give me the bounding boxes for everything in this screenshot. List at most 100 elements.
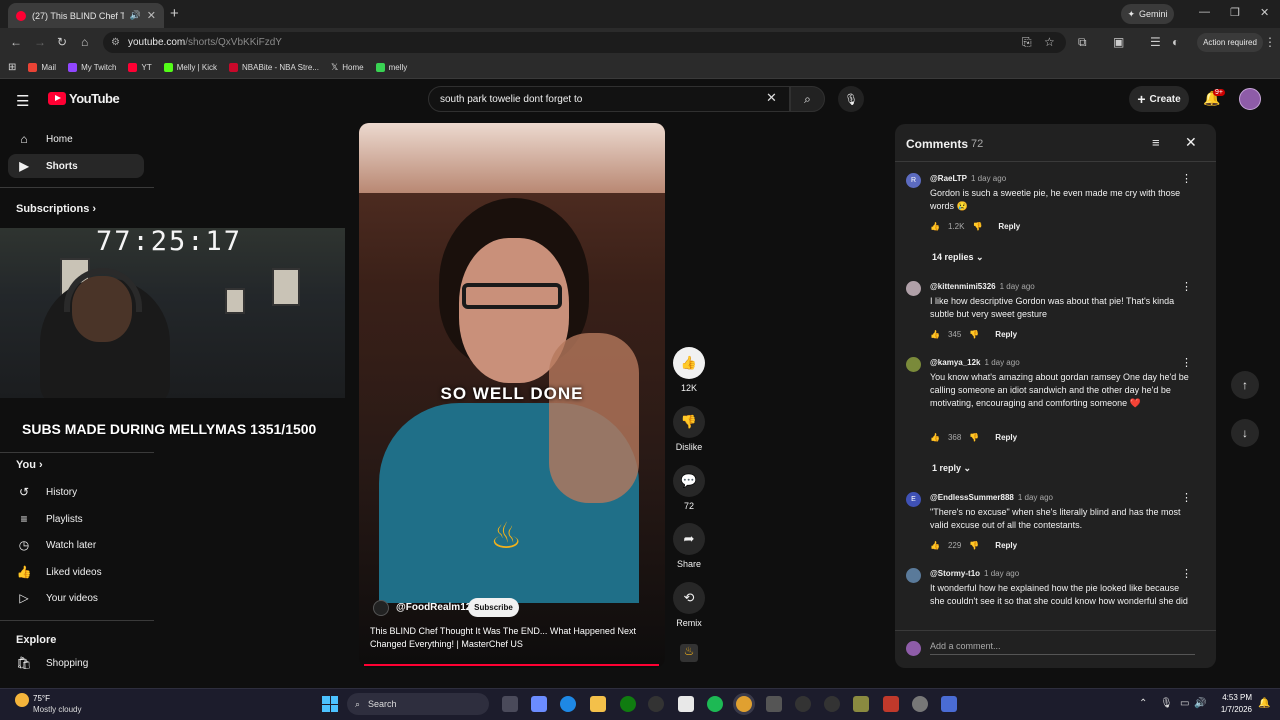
edge-icon[interactable] xyxy=(560,696,576,712)
new-tab-button[interactable]: + xyxy=(170,5,179,22)
gemini-button[interactable]: ✦ Gemini xyxy=(1121,4,1174,24)
comment-author[interactable]: @EndlessSummer888 1 day ago xyxy=(930,493,1053,502)
comment-menu-icon[interactable]: ⋮ xyxy=(1181,356,1192,369)
comment-like-icon[interactable]: 👍 xyxy=(930,222,940,231)
browser-tab[interactable]: (27) This BLIND Chef Thou 🔊 ✕ xyxy=(8,3,164,28)
cast-icon[interactable]: ⎘ xyxy=(1022,35,1032,50)
reading-list-icon[interactable]: ☰ xyxy=(1150,35,1161,49)
guide-item-shopping[interactable]: 🛍 Shopping xyxy=(8,651,144,675)
home-browser-icon[interactable]: ⌂ xyxy=(81,35,88,49)
comment-menu-icon[interactable]: ⋮ xyxy=(1181,280,1192,293)
profile-icon[interactable]: ◐ xyxy=(1172,35,1179,49)
remix-button[interactable]: ⟲ Remix xyxy=(672,582,706,628)
comment-like-icon[interactable]: 👍 xyxy=(930,330,940,339)
store-icon[interactable] xyxy=(678,696,694,712)
bookmark-mail[interactable]: Mail xyxy=(28,63,56,72)
minimize-button[interactable]: — xyxy=(1199,6,1210,18)
previous-short-button[interactable]: ↑ xyxy=(1231,371,1259,399)
apps-grid-icon[interactable]: ⊞ xyxy=(8,62,16,73)
windows-start-icon[interactable] xyxy=(322,696,338,712)
reload-icon[interactable]: ↻ xyxy=(57,35,67,49)
guide-item-playlists[interactable]: ≡ Playlists xyxy=(8,507,144,531)
reply-button[interactable]: Reply xyxy=(995,433,1017,442)
you-heading[interactable]: You › xyxy=(16,459,43,471)
forward-icon[interactable]: → xyxy=(34,35,46,49)
guide-item-shorts[interactable]: ▶ Shorts xyxy=(8,154,144,178)
site-info-icon[interactable]: ⚙ xyxy=(111,37,120,48)
comment-menu-icon[interactable]: ⋮ xyxy=(1181,491,1192,504)
comment-menu-icon[interactable]: ⋮ xyxy=(1181,172,1192,185)
comment-dislike-icon[interactable]: 👎 xyxy=(969,433,979,442)
comments-button[interactable]: 💬 72 xyxy=(672,465,706,511)
task-view-icon[interactable] xyxy=(502,696,518,712)
comment-dislike-icon[interactable]: 👎 xyxy=(972,222,982,231)
guide-item-home[interactable]: ⌂ Home xyxy=(8,127,144,151)
comment-dislike-icon[interactable]: 👎 xyxy=(969,541,979,550)
app-icon[interactable] xyxy=(824,696,840,712)
address-bar[interactable]: ⚙ youtube.com/shorts/QxVbKKiFzdY xyxy=(103,32,1066,53)
comment-menu-icon[interactable]: ⋮ xyxy=(1181,567,1192,580)
close-comments-icon[interactable]: ✕ xyxy=(1185,134,1197,151)
menu-icon[interactable]: ☰ xyxy=(16,92,29,110)
tab-search-icon[interactable]: ▣ xyxy=(1113,35,1124,49)
maximize-button[interactable]: ❐ xyxy=(1230,6,1240,19)
sort-icon[interactable]: ≡ xyxy=(1152,135,1160,150)
video-title[interactable]: This BLIND Chef Thought It Was The END..… xyxy=(370,625,655,651)
guide-item-history[interactable]: ↺ History xyxy=(8,480,144,504)
bookmark-kick[interactable]: Melly | Kick xyxy=(163,63,217,72)
comment-author[interactable]: @RaeLTP 1 day ago xyxy=(930,174,1006,183)
clear-search-icon[interactable]: ✕ xyxy=(766,90,777,106)
app-icon[interactable] xyxy=(766,696,782,712)
back-icon[interactable]: ← xyxy=(10,35,22,49)
voice-search-button[interactable]: 🎙 xyxy=(838,86,864,112)
guide-item-your-videos[interactable]: ▷ Your videos xyxy=(8,586,144,610)
weather-icon[interactable] xyxy=(15,693,29,707)
next-short-button[interactable]: ↓ xyxy=(1231,419,1259,447)
settings-icon[interactable] xyxy=(912,696,928,712)
replies-toggle[interactable]: 1 reply ⌄ xyxy=(932,463,971,474)
commenter-avatar[interactable]: E xyxy=(906,492,921,507)
audio-source-thumbnail[interactable]: ♨ xyxy=(680,644,698,662)
commenter-avatar[interactable] xyxy=(906,281,921,296)
comment-author[interactable]: @kamya_12k 1 day ago xyxy=(930,358,1020,367)
comment-dislike-icon[interactable]: 👎 xyxy=(969,330,979,339)
subscriptions-heading[interactable]: Subscriptions › xyxy=(16,203,96,215)
weather-description[interactable]: Mostly cloudy xyxy=(33,705,81,714)
close-window-button[interactable]: ✕ xyxy=(1260,6,1269,19)
app-icon[interactable] xyxy=(941,696,957,712)
subscribe-button[interactable]: Subscribe xyxy=(468,598,519,617)
app-icon[interactable] xyxy=(883,696,899,712)
dislike-button[interactable]: 👎 Dislike xyxy=(672,406,706,452)
commenter-avatar[interactable] xyxy=(906,568,921,583)
spotify-icon[interactable] xyxy=(707,696,723,712)
app-icon[interactable] xyxy=(795,696,811,712)
bookmark-nbabite[interactable]: NBABite - NBA Stre... xyxy=(229,63,319,72)
commenter-avatar[interactable] xyxy=(906,357,921,372)
bookmark-yt[interactable]: YT xyxy=(128,63,152,72)
create-button[interactable]: + Create xyxy=(1129,86,1189,112)
taskbar-search[interactable]: ⌕ Search xyxy=(347,693,489,715)
bookmark-star-icon[interactable]: ☆ xyxy=(1044,35,1055,49)
clock-time[interactable]: 4:53 PM xyxy=(1222,693,1252,702)
bookmark-twitch[interactable]: My Twitch xyxy=(68,63,116,72)
account-avatar[interactable] xyxy=(1239,88,1261,110)
reply-button[interactable]: Reply xyxy=(998,222,1020,231)
github-icon[interactable] xyxy=(648,696,664,712)
file-explorer-icon[interactable] xyxy=(590,696,606,712)
guide-item-liked-videos[interactable]: 👍 Liked videos xyxy=(8,560,144,584)
copilot-icon[interactable] xyxy=(531,696,547,712)
search-input[interactable]: south park towelie dont forget to xyxy=(428,86,790,112)
extensions-icon[interactable]: ⧉ xyxy=(1078,35,1087,50)
notification-center-icon[interactable]: 🔔 xyxy=(1258,698,1270,709)
reply-button[interactable]: Reply xyxy=(995,330,1017,339)
comment-author[interactable]: @kittenmimi5326 1 day ago xyxy=(930,282,1035,291)
youtube-logo[interactable]: YouTube xyxy=(48,91,120,106)
bookmark-home[interactable]: 𝕏 Home xyxy=(331,62,364,73)
guide-item-watch-later[interactable]: ◷ Watch later xyxy=(8,533,144,557)
like-button[interactable]: 👍 12K xyxy=(672,347,706,393)
reply-button[interactable]: Reply xyxy=(995,541,1017,550)
network-icon[interactable]: ▭ xyxy=(1180,698,1189,709)
add-comment-input[interactable]: Add a comment... xyxy=(930,641,1195,655)
app-icon[interactable] xyxy=(853,696,869,712)
xbox-icon[interactable] xyxy=(620,696,636,712)
